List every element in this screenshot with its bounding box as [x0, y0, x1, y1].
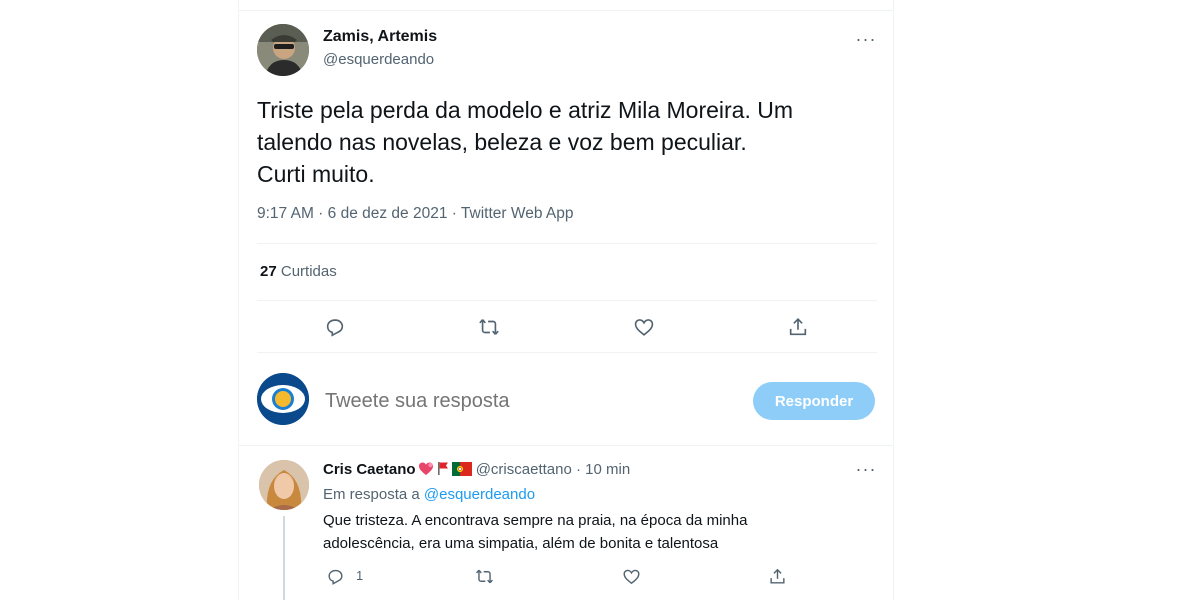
reply-header: Cris Caetano @criscaettano · 10 min: [323, 461, 630, 480]
likes-stat[interactable]: 27 Curtidas: [260, 263, 337, 280]
red-flag-icon: [436, 461, 450, 480]
tweet-text-line: talendo nas novelas, beleza e voz bem pe…: [257, 129, 747, 155]
author-avatar[interactable]: [257, 24, 309, 76]
top-divider: [239, 10, 893, 11]
share-button[interactable]: [781, 310, 815, 344]
separator: ·: [575, 461, 581, 478]
in-reply-prefix: Em resposta a: [323, 486, 420, 503]
more-icon[interactable]: ···: [854, 460, 878, 480]
heart-emoji-icon: [418, 461, 434, 480]
tweet-text-line: Triste pela perda da modelo e atriz Mila…: [257, 97, 794, 123]
likes-label: Curtidas: [280, 263, 337, 280]
reply-text: Que tristeza. A encontrava sempre na pra…: [323, 509, 843, 555]
reply-icon: [326, 319, 344, 337]
portugal-flag-icon: [451, 462, 472, 480]
author-handle[interactable]: @esquerdeando: [323, 51, 434, 68]
share-icon: [789, 318, 807, 336]
like-button[interactable]: [627, 310, 661, 344]
reply-count: 1: [356, 568, 364, 583]
retweet-button[interactable]: [472, 310, 506, 344]
more-icon[interactable]: ···: [854, 30, 878, 50]
reply-icon: [327, 569, 343, 585]
tweet-column: Zamis, Artemis @esquerdeando ··· Triste …: [238, 0, 894, 600]
in-reply-to: Em resposta a @esquerdeando: [323, 486, 535, 503]
like-icon: [634, 319, 654, 336]
divider: [239, 445, 893, 446]
tweet-timestamp[interactable]: 9:17 AM · 6 de dez de 2021 · Twitter Web…: [257, 205, 574, 223]
thread-connector: [283, 516, 285, 600]
likes-count: 27: [260, 263, 277, 280]
divider: [257, 300, 877, 301]
reply-like-button[interactable]: [614, 559, 648, 593]
reply-retweet-button[interactable]: [467, 559, 501, 593]
reply-timestamp[interactable]: 10 min: [585, 461, 630, 478]
reply-input[interactable]: [325, 390, 725, 413]
reply-text-line: Que tristeza. A encontrava sempre na pra…: [323, 512, 748, 529]
reply-reply-button[interactable]: [318, 559, 352, 593]
author-name[interactable]: Zamis, Artemis: [323, 28, 437, 46]
retweet-icon: [475, 569, 493, 583]
like-icon: [623, 569, 639, 584]
retweet-icon: [479, 319, 499, 335]
reply-submit-button[interactable]: Responder: [753, 382, 875, 420]
reply-author-avatar[interactable]: [259, 460, 309, 510]
reply-author-handle[interactable]: @criscaettano: [476, 461, 572, 478]
reply-button[interactable]: [318, 310, 352, 344]
in-reply-mention-link[interactable]: @esquerdeando: [424, 486, 535, 503]
reply-author-name[interactable]: Cris Caetano: [323, 461, 416, 478]
divider: [257, 352, 877, 353]
tweet-text-line: Curti muito.: [257, 161, 375, 187]
divider: [257, 243, 877, 244]
share-icon: [769, 568, 785, 584]
reply-text-line: adolescência, era uma simpatia, além de …: [323, 535, 719, 552]
tweet-text: Triste pela perda da modelo e atriz Mila…: [257, 94, 877, 190]
current-user-avatar[interactable]: [257, 373, 309, 425]
reply-share-button[interactable]: [760, 559, 794, 593]
